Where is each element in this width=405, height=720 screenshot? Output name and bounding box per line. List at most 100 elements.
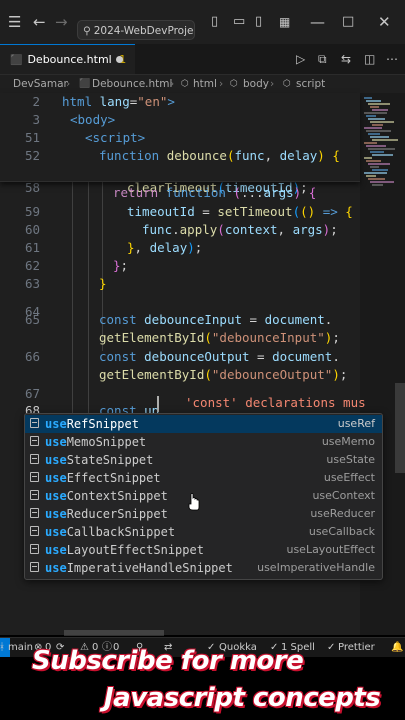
toggle-sidebar-icon[interactable]: ▯ [211,12,218,32]
suggestion-item[interactable]: useRefSnippet useRef [25,415,382,433]
code-text: func.apply(context, args); [142,221,338,239]
split-editor-icon[interactable]: ◫ [364,52,375,66]
maximize-icon[interactable]: □ [342,12,354,32]
toggle-secondary-sidebar-icon[interactable]: ▯ [255,12,262,32]
code-token: , [264,148,280,163]
open-preview-icon[interactable]: ⧉ [318,52,327,67]
suggestion-rest: MemoSnippet [66,435,147,449]
code-text: }; [113,257,128,275]
search-icon: ⚲ [83,25,91,37]
suggestion-item[interactable]: useContextSnippet useContext [25,487,382,505]
code-line: 61 }, delay); [0,239,360,257]
code-token: = [194,204,218,219]
sticky-scroll: 2 html lang="en"> 3 <body> 51 <script> 52 funct… [0,93,360,182]
code-line: 51 <script> [0,129,360,147]
suggestion-item[interactable]: useLayoutEffectSnippet useLayoutEffect [25,541,382,559]
code-token: ; [330,222,338,237]
toggle-panel-icon[interactable]: ▭ [233,12,245,32]
code-token: ; [194,240,203,255]
minimize-icon[interactable]: — [310,12,325,32]
back-arrow-icon[interactable]: ← [33,12,46,32]
html-file-icon: ⬛ [10,55,23,66]
suggestion-item[interactable]: useMemoSnippet useMemo [25,433,382,451]
suggestion-detail: useContext [312,489,375,502]
line-number: 61 [24,240,40,255]
suggestion-rest: ContextSnippet [66,489,168,503]
code-token: <script> [85,130,146,145]
minimap-line [372,139,398,141]
search-text: 2024-WebDevProjects [93,25,194,37]
snippet-icon [30,544,39,554]
code-text: function debounce(func, delay) { [99,147,340,165]
breadcrumb-script[interactable]: script [296,75,325,93]
vertical-scrollbar[interactable] [395,383,405,473]
suggestion-item[interactable]: useStateSnippet useState [25,451,382,469]
more-actions-icon[interactable]: ⋯ [386,52,398,66]
unsaved-dot-icon[interactable] [116,56,123,63]
minimap-line [372,184,383,186]
code-token: = [242,312,265,327]
suggestion-rest: CallbackSnippet [66,525,176,539]
code-text: const debounceOutput = document. [99,348,340,366]
chevron-right-icon: › [219,78,224,90]
code-token: { [332,148,340,163]
suggestion-item[interactable]: useCallbackSnippet useCallback [25,523,382,541]
prettier-status[interactable]: Prettier [338,638,375,657]
code-token: func [234,148,265,163]
code-token: , [134,240,150,255]
code-token: function [165,185,234,200]
snippet-icon [30,418,39,428]
code-line: 59 timeoutId = setTimeout(() => { [0,203,360,221]
code-token: args [292,222,323,237]
breadcrumb-body[interactable]: body [243,75,269,93]
code-text: timeoutId = setTimeout(() => { [127,203,353,221]
compare-icon[interactable]: ⇆ [341,52,351,66]
code-line: 52 function debounce(func, delay) { [0,147,360,165]
suggestion-match: use [45,507,67,521]
suggestion-detail: useReducer [310,507,375,520]
code-token: ... [240,185,264,200]
breadcrumb-html[interactable]: html [193,75,217,93]
code-token: const [99,349,145,364]
breadcrumb-folder[interactable]: DevSamar [13,75,68,93]
breadcrumb-file[interactable]: Debounce.html [92,75,172,93]
minimap-line [366,100,381,102]
code-token: getElementById [99,367,205,382]
code-line: 66 const debounceOutput = document. [0,348,360,366]
line-number: 66 [24,349,40,364]
code-text: }, delay); [127,239,202,257]
suggestion-item[interactable]: useImperativeHandleSnippet useImperativeH… [25,559,382,577]
code-text: html lang="en"> [62,93,175,111]
minimap-line [368,163,390,165]
forward-arrow-icon[interactable]: → [55,12,68,32]
suggestion-match: use [45,471,67,485]
code-text: getElementById("debounceInput"); [99,329,340,347]
code-token: document [272,349,333,364]
menu-icon[interactable]: ☰ [8,12,21,32]
code-token: ; [120,258,129,273]
snippet-icon [30,562,39,572]
element-icon: ⬡ [230,79,238,89]
code-token: document [264,312,325,327]
code-token: timeoutId [127,204,195,219]
close-icon[interactable]: ✕ [378,12,391,32]
code-token: delay [279,148,318,163]
code-token: context [224,222,278,237]
element-icon: ⬡ [283,79,291,89]
suggestion-label: useMemoSnippet [45,433,146,451]
minimap-line [368,118,385,120]
suggestion-item[interactable]: useReducerSnippet useReducer [25,505,382,523]
suggestion-item[interactable]: useEffectSnippet useEffect [25,469,382,487]
suggestion-match: use [45,525,67,539]
notifications-icon[interactable]: 🔔 [391,638,403,657]
suggestion-match: use [45,561,67,575]
suggestion-label: useImperativeHandleSnippet [45,559,233,577]
autocomplete-suggestions[interactable]: useRefSnippet useRef useMemoSnippet useMemo… [24,413,383,580]
command-center-search[interactable]: ⚲2024-WebDevProjects [77,20,195,40]
branch-name[interactable]: main [8,638,33,657]
minimap-line [368,133,380,135]
customize-layout-icon[interactable]: ▦ [279,12,290,32]
horizontal-scrollbar[interactable] [64,630,164,636]
tab-debounce-html[interactable]: ⬛Debounce.html 1 [0,44,135,74]
run-icon[interactable]: ▷ [296,52,305,66]
